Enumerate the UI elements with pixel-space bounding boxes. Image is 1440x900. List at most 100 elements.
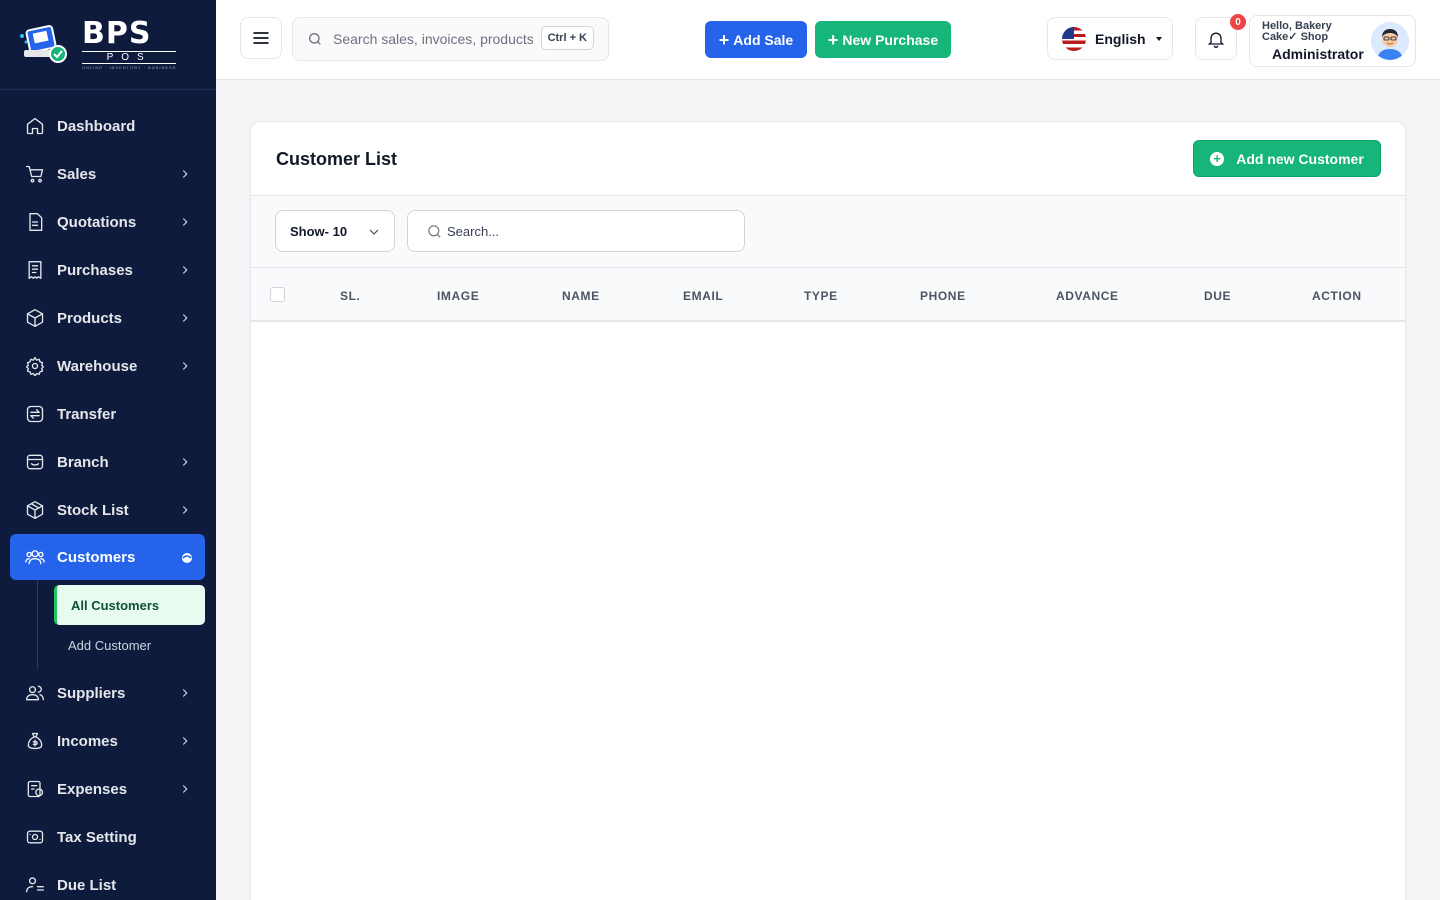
sidebar-item-label: Quotations — [57, 213, 137, 231]
add-new-customer-label: Add new Customer — [1236, 150, 1364, 167]
cart-icon — [25, 164, 45, 184]
keyboard-shortcut-badge: Ctrl + K — [540, 26, 594, 50]
table-search-input[interactable] — [447, 223, 727, 239]
sidebar-item-sales[interactable]: Sales — [0, 150, 216, 198]
sidebar-subitem-label: Add Customer — [68, 637, 152, 653]
logo-icon — [18, 22, 72, 68]
column-header-type[interactable]: TYPE — [804, 289, 838, 303]
users-icon — [25, 547, 45, 567]
tax-icon — [25, 827, 45, 847]
select-all-checkbox[interactable] — [270, 287, 285, 302]
sidebar-item-warehouse[interactable]: Warehouse — [0, 342, 216, 390]
table-header: SL. IMAGE NAME EMAIL TYPE PHONE ADVANCE … — [251, 268, 1405, 322]
customers-submenu: All Customers Add Customer — [37, 580, 216, 669]
receipt-icon — [25, 260, 45, 280]
column-header-sl[interactable]: SL. — [340, 289, 360, 303]
sidebar-subitem-all-customers[interactable]: All Customers — [54, 585, 205, 625]
column-header-action[interactable]: ACTION — [1312, 289, 1362, 303]
sidebar-item-label: Suppliers — [57, 684, 126, 702]
add-new-customer-button[interactable]: + Add new Customer — [1193, 140, 1381, 177]
us-flag-icon — [1062, 26, 1086, 51]
sidebar-item-quotations[interactable]: Quotations — [0, 198, 216, 246]
sidebar-item-stock-list[interactable]: Stock List — [0, 486, 216, 534]
global-search[interactable]: Ctrl + K — [292, 17, 609, 61]
sidebar-item-label: Branch — [57, 453, 109, 471]
language-label: English — [1095, 30, 1146, 47]
money-bag-icon — [25, 731, 45, 751]
language-selector[interactable]: English — [1047, 17, 1173, 60]
warehouse-icon — [25, 356, 45, 376]
plus-icon: + — [827, 29, 839, 50]
search-icon — [309, 33, 321, 45]
notification-count-badge: 0 — [1230, 14, 1246, 30]
chevron-right-icon — [178, 359, 192, 373]
plus-icon: + — [718, 29, 730, 50]
box-icon — [25, 308, 45, 328]
global-search-input[interactable] — [333, 31, 533, 47]
sidebar-subitem-label: All Customers — [71, 597, 160, 613]
sidebar-item-incomes[interactable]: Incomes — [0, 717, 216, 765]
sidebar-item-transfer[interactable]: Transfer — [0, 390, 216, 438]
sidebar-item-label: Incomes — [57, 732, 118, 750]
due-icon — [25, 875, 45, 895]
top-header: Ctrl + K + Add Sale + New Purchase Engli… — [216, 0, 1440, 80]
new-purchase-button[interactable]: + New Purchase — [815, 21, 951, 58]
sidebar-item-purchases[interactable]: Purchases — [0, 246, 216, 294]
logo-text: BPS — [82, 16, 152, 51]
column-header-phone[interactable]: PHONE — [920, 289, 966, 303]
sidebar-item-label: Transfer — [57, 405, 117, 423]
sidebar-item-customers[interactable]: Customers — [10, 534, 205, 580]
notifications-button[interactable]: 0 — [1195, 14, 1246, 60]
user-role: Administrator — [1272, 46, 1364, 62]
sidebar-item-label: Stock List — [57, 501, 129, 519]
sidebar-item-suppliers[interactable]: Suppliers — [0, 669, 216, 717]
sidebar-subitem-add-customer[interactable]: Add Customer — [38, 625, 216, 665]
card-header: Customer List + Add new Customer — [251, 122, 1405, 196]
page-size-select[interactable]: Show- 10 — [275, 210, 395, 252]
add-sale-button[interactable]: + Add Sale — [705, 21, 807, 58]
sidebar-item-branch[interactable]: Branch — [0, 438, 216, 486]
column-header-image[interactable]: IMAGE — [437, 289, 479, 303]
menu-toggle-button[interactable] — [240, 17, 282, 59]
column-header-email[interactable]: EMAIL — [683, 289, 723, 303]
customer-list-card: Customer List + Add new Customer Show- 1… — [250, 121, 1406, 900]
chevron-right-icon — [178, 503, 192, 517]
cube-icon — [25, 500, 45, 520]
home-icon — [25, 116, 45, 136]
logo-tagline: ONLINE · INVENTORY · BUSINESS — [82, 65, 177, 70]
sidebar-item-label: Products — [57, 309, 123, 327]
column-header-name[interactable]: NAME — [562, 289, 600, 303]
column-header-advance[interactable]: ADVANCE — [1056, 289, 1119, 303]
chevron-right-icon — [178, 311, 192, 325]
sidebar-item-due-list[interactable]: Due List — [0, 861, 216, 900]
chevron-right-icon — [178, 734, 192, 748]
search-icon — [428, 224, 441, 238]
new-purchase-label: New Purchase — [842, 31, 939, 48]
document-icon — [25, 212, 45, 232]
sidebar-item-label: Warehouse — [57, 357, 138, 375]
sidebar-item-expenses[interactable]: Expenses — [0, 765, 216, 813]
column-header-due[interactable]: DUE — [1204, 289, 1231, 303]
chevron-right-icon — [178, 782, 192, 796]
chevron-right-icon — [178, 686, 192, 700]
expense-icon — [25, 779, 45, 799]
logo[interactable]: BPS POS ONLINE · INVENTORY · BUSINESS — [0, 0, 216, 90]
avatar — [1371, 22, 1409, 60]
chevron-right-icon — [178, 455, 192, 469]
table-search[interactable] — [407, 210, 745, 252]
sidebar-nav: Dashboard Sales Quotations Purchases Pro… — [0, 90, 216, 900]
sidebar: BPS POS ONLINE · INVENTORY · BUSINESS Da… — [0, 0, 216, 900]
store-icon — [25, 452, 45, 472]
sidebar-item-dashboard[interactable]: Dashboard — [0, 102, 216, 150]
chevron-right-icon — [178, 167, 192, 181]
sidebar-item-products[interactable]: Products — [0, 294, 216, 342]
logo-subtext: POS — [82, 51, 177, 64]
supplier-icon — [25, 683, 45, 703]
user-profile-menu[interactable]: Hello, Bakery Cake✓ Shop Administrator — [1249, 15, 1416, 67]
sidebar-item-label: Dashboard — [57, 117, 136, 135]
page-title: Customer List — [276, 149, 398, 169]
expanded-indicator-icon — [181, 551, 193, 563]
sidebar-item-tax-setting[interactable]: Tax Setting — [0, 813, 216, 861]
caret-down-icon — [1155, 36, 1162, 41]
sidebar-item-label: Due List — [57, 876, 117, 894]
